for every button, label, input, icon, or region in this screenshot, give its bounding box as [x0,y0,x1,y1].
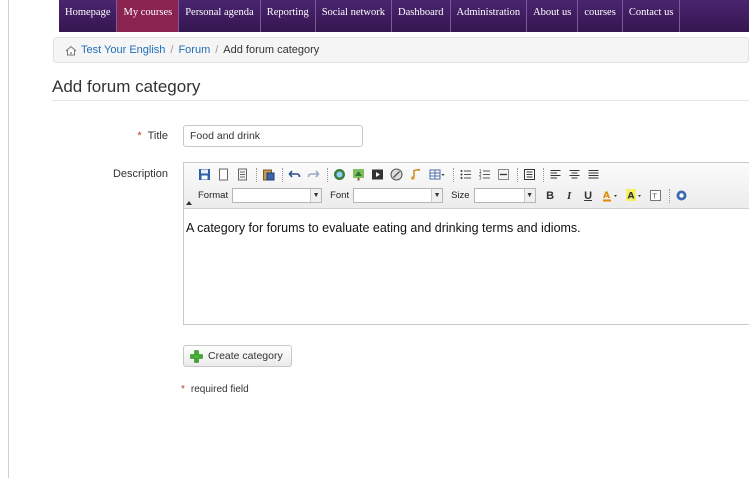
home-icon[interactable] [65,45,77,56]
source-icon[interactable] [521,166,538,183]
chevron-down-icon: ▼ [431,189,443,202]
nav-item-about-us[interactable]: About us [527,0,579,32]
nav-item-my-courses[interactable]: My courses [117,0,180,32]
audio-icon[interactable] [407,166,424,183]
required-field-text: required field [190,384,249,395]
nav-item-homepage[interactable]: Homepage [59,0,118,32]
numbered-list-icon[interactable]: 123 [476,166,493,183]
nav-item-social-network[interactable]: Social network [316,0,392,32]
required-field-note: * required field [181,384,249,395]
save-icon[interactable] [196,166,213,183]
nav-item-courses[interactable]: courses [578,0,623,32]
paste-word-icon[interactable] [260,166,277,183]
align-justify-icon[interactable] [585,166,602,183]
toolbar-separator [453,167,454,182]
italic-icon[interactable]: I [561,190,578,202]
left-border [8,0,9,478]
size-label: Size [451,190,470,201]
create-category-button[interactable]: Create category [183,345,292,367]
align-left-icon[interactable] [547,166,564,183]
nav-item-administration[interactable]: Administration [451,0,528,32]
svg-text:A: A [627,192,634,202]
format-select[interactable]: ▼ [232,188,323,203]
toolbar-separator [327,167,328,182]
breadcrumb-separator: / [170,44,174,56]
align-center-icon[interactable] [566,166,583,183]
toolbar-separator [517,167,518,182]
video-icon[interactable] [369,166,386,183]
editor-content[interactable]: A category for forums to evaluate eating… [184,209,749,235]
breadcrumb-current: Add forum category [223,44,320,56]
nav-item-contact-us[interactable]: Contact us [623,0,681,32]
required-marker: * [137,130,142,142]
horizontal-rule-icon[interactable] [495,166,512,183]
image-icon[interactable] [350,166,367,183]
image-manager-icon[interactable] [331,166,348,183]
title-divider [52,100,749,101]
required-marker: * [181,384,185,395]
breadcrumb-forum-link[interactable]: Forum [178,44,210,56]
format-label: Format [198,190,229,201]
chevron-down-icon: ▼ [310,189,322,202]
editor-toolbar: 123 Format ▼ Font ▼ Size ▼ B I U A A T [184,163,749,209]
plus-icon [190,349,203,363]
top-navigation: Homepage My courses Personal agenda Reporti… [59,0,749,32]
settings-icon[interactable] [673,187,690,204]
title-input[interactable] [183,125,363,147]
collapse-toolbar-icon[interactable] [186,201,192,205]
underline-icon[interactable]: U [580,190,597,202]
paste-text-icon[interactable]: T [647,187,664,204]
svg-text:3: 3 [479,176,482,181]
bold-icon[interactable]: B [542,190,559,202]
nav-item-personal-agenda[interactable]: Personal agenda [179,0,261,32]
size-select[interactable]: ▼ [473,188,536,203]
toolbar-separator [668,188,670,203]
nav-item-dashboard[interactable]: Dashboard [392,0,451,32]
toolbar-row-2: Format ▼ Font ▼ Size ▼ B I U A A T [196,187,692,204]
description-label: Description [112,168,168,180]
breadcrumb: Test Your English / Forum / Add forum ca… [53,37,749,63]
flash-icon[interactable] [388,166,405,183]
breadcrumb-course-link[interactable]: Test Your English [81,44,165,56]
redo-icon[interactable] [305,166,322,183]
page-title: Add forum category [52,77,201,96]
breadcrumb-separator: / [215,44,219,56]
toolbar-row-1: 123 [196,166,604,183]
title-label: Title [147,130,168,142]
bulleted-list-icon[interactable] [457,166,474,183]
table-icon[interactable] [426,166,448,183]
chevron-down-icon: ▼ [523,189,535,202]
toolbar-separator [256,167,257,182]
toolbar-separator [282,167,283,182]
svg-text:T: T [651,193,657,201]
toolbar-separator [543,167,544,182]
title-label-wrap: * Title [118,130,168,142]
description-editor: 123 Format ▼ Font ▼ Size ▼ B I U A A T A [183,162,749,325]
text-color-icon[interactable]: A [599,187,621,204]
templates-icon[interactable] [234,166,251,183]
create-category-label: Create category [208,350,283,362]
font-label: Font [330,190,350,201]
font-select[interactable]: ▼ [353,188,444,203]
nav-item-reporting[interactable]: Reporting [261,0,316,32]
undo-icon[interactable] [286,166,303,183]
background-color-icon[interactable]: A [623,187,645,204]
new-page-icon[interactable] [215,166,232,183]
